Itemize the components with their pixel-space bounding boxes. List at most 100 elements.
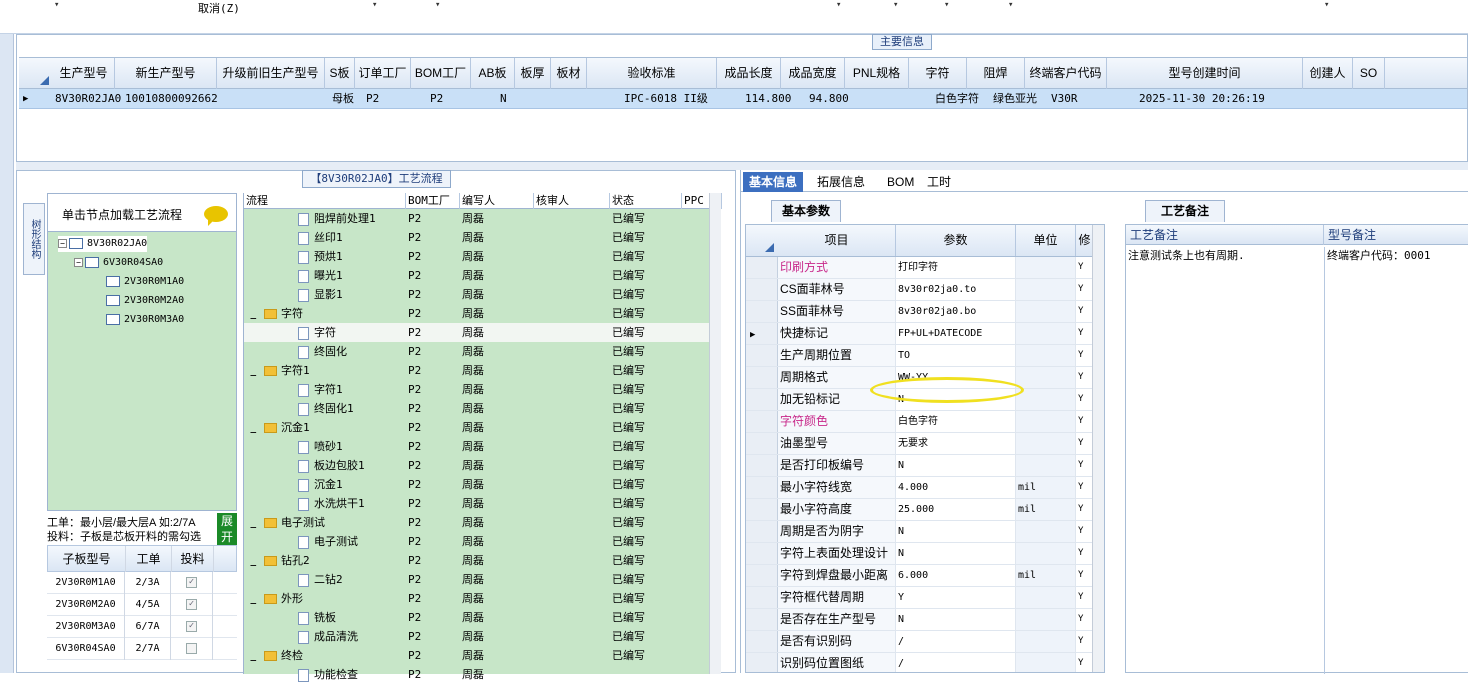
horizontal-splitter[interactable] [16, 162, 1468, 170]
param-row[interactable]: 是否存在生产型号 N Y [746, 609, 1104, 631]
table-row[interactable]: 电子测试 P2 周磊 已编写 [244, 532, 721, 551]
column-header[interactable]: 编写人 [460, 193, 534, 209]
tab-hours[interactable]: 工时 [921, 172, 957, 192]
chevron-down-icon[interactable]: ▾ [1008, 0, 1013, 10]
cell-solder[interactable]: 绿色亚光 [993, 89, 1053, 109]
expand-button[interactable]: 展开 [217, 513, 237, 547]
cell-unit[interactable] [1016, 411, 1076, 432]
cell-created[interactable]: 2025-11-30 20:26:19 [1139, 89, 1299, 109]
tab-process-notes[interactable]: 工艺备注 [1145, 200, 1225, 222]
cell-unit[interactable]: mil [1016, 477, 1076, 498]
collapse-icon[interactable]: − [74, 257, 83, 267]
column-header[interactable]: 终端客户代码 [1025, 58, 1107, 89]
feed-checkbox[interactable]: ✓ [186, 620, 197, 632]
cell-char[interactable]: 白色字符 [935, 89, 995, 109]
cell-order[interactable]: 4/5A [125, 594, 171, 616]
sort-corner-icon[interactable] [746, 225, 778, 256]
chevron-down-icon[interactable]: ▾ [944, 0, 949, 10]
cell-unit[interactable] [1016, 367, 1076, 388]
cell-param[interactable]: Y [896, 587, 1016, 608]
cell-prod-model[interactable]: 8V30R02JA0 [55, 89, 125, 109]
model-note[interactable]: 终端客户代码：0001 [1324, 247, 1468, 674]
feed-checkbox[interactable] [186, 642, 197, 654]
cell-length[interactable]: 114.800 [745, 89, 805, 109]
cell-param[interactable]: / [896, 653, 1016, 672]
table-row[interactable]: 喷砂1 P2 周磊 已编写 [244, 437, 721, 456]
scrollbar[interactable] [709, 193, 721, 674]
cell-s-board[interactable]: 母板 [332, 89, 362, 109]
chevron-down-icon[interactable]: ▾ [54, 0, 59, 10]
table-row[interactable]: 终固化1 P2 周磊 已编写 [244, 399, 721, 418]
table-row[interactable]: − 外形 P2 周磊 已编写 [244, 589, 721, 610]
sort-corner-icon[interactable] [21, 58, 53, 89]
cell-param[interactable]: 无要求 [896, 433, 1016, 454]
table-row[interactable]: − 电子测试 P2 周磊 已编写 [244, 513, 721, 534]
table-row[interactable]: 字符 P2 周磊 已编写 [244, 323, 721, 342]
scrollbar[interactable] [1092, 225, 1104, 672]
chevron-down-icon[interactable]: ▾ [1324, 0, 1329, 10]
tree-node[interactable]: −6V30R04SA0 [74, 255, 163, 271]
cell-unit[interactable]: mil [1016, 499, 1076, 520]
column-header[interactable]: 验收标准 [587, 58, 717, 89]
cell-unit[interactable] [1016, 631, 1076, 652]
feed-checkbox[interactable]: ✓ [186, 576, 197, 588]
cell-sub-model[interactable]: 2V30R0M1A0 [47, 572, 125, 594]
param-row[interactable]: 印刷方式 打印字符 Y [746, 257, 1104, 279]
column-header[interactable]: 阻焊 [967, 58, 1025, 89]
param-row[interactable]: ▶ 快捷标记 FP+UL+DATECODE Y [746, 323, 1104, 345]
column-header[interactable]: BOM工厂 [411, 58, 471, 89]
cell-unit[interactable]: mil [1016, 565, 1076, 586]
cell-unit[interactable] [1016, 279, 1076, 300]
cell-param[interactable]: 6.000 [896, 565, 1016, 586]
column-header[interactable]: 订单工厂 [355, 58, 411, 89]
tree-node[interactable]: −8V30R02JA0 [58, 236, 148, 252]
cell-ab-board[interactable]: N [500, 89, 530, 109]
column-header[interactable]: 升级前旧生产型号 [217, 58, 325, 89]
cell-unit[interactable] [1016, 543, 1076, 564]
cell-order-factory[interactable]: P2 [366, 89, 406, 109]
cell-param[interactable]: / [896, 631, 1016, 652]
cell-param[interactable]: N [896, 609, 1016, 630]
table-row[interactable]: 功能检查 P2 周磊 [244, 665, 721, 684]
cell-unit[interactable] [1016, 389, 1076, 410]
collapse-icon[interactable]: − [58, 238, 67, 248]
tab-bom[interactable]: BOM [881, 172, 920, 192]
table-row[interactable]: − 字符1 P2 周磊 已编写 [244, 361, 721, 382]
param-row[interactable]: 是否有识别码 / Y [746, 631, 1104, 653]
cell-param[interactable]: 白色字符 [896, 411, 1016, 432]
cell-param[interactable]: N [896, 521, 1016, 542]
cell-bom-factory[interactable]: P2 [430, 89, 470, 109]
table-row[interactable]: 丝印1 P2 周磊 已编写 [244, 228, 721, 247]
table-row[interactable]: ▶ 8V30R02JA0 10010800092662 母板 P2 P2 N I… [19, 89, 1467, 109]
cell-order[interactable]: 2/7A [125, 638, 171, 660]
table-row[interactable]: − 字符 P2 周磊 已编写 [244, 304, 721, 325]
tab-extended-info[interactable]: 拓展信息 [811, 172, 871, 192]
cell-param[interactable]: N [896, 543, 1016, 564]
table-row[interactable]: − 沉金1 P2 周磊 已编写 [244, 418, 721, 439]
chevron-down-icon[interactable]: ▾ [836, 0, 841, 10]
table-row[interactable]: 成品清洗 P2 周磊 已编写 [244, 627, 721, 646]
feed-checkbox[interactable]: ✓ [186, 598, 197, 610]
column-header[interactable]: BOM工厂 [406, 193, 460, 209]
column-header[interactable]: 创建人 [1303, 58, 1353, 89]
column-header[interactable]: 型号创建时间 [1107, 58, 1303, 89]
table-row[interactable]: 显影1 P2 周磊 已编写 [244, 285, 721, 304]
cell-unit[interactable] [1016, 521, 1076, 542]
param-row[interactable]: 最小字符高度 25.000 mil Y [746, 499, 1104, 521]
chevron-down-icon[interactable]: ▾ [372, 0, 377, 10]
param-row[interactable]: 是否打印板编号 N Y [746, 455, 1104, 477]
table-row[interactable]: − 终检 P2 周磊 已编写 [244, 646, 721, 667]
param-row[interactable]: 生产周期位置 TO Y [746, 345, 1104, 367]
param-row[interactable]: 最小字符线宽 4.000 mil Y [746, 477, 1104, 499]
column-header[interactable]: S板 [325, 58, 355, 89]
cell-unit[interactable] [1016, 257, 1076, 278]
cell-param[interactable]: 25.000 [896, 499, 1016, 520]
table-row[interactable]: 二钻2 P2 周磊 已编写 [244, 570, 721, 589]
param-row[interactable]: SS面菲林号 8v30r02ja0.bo Y [746, 301, 1104, 323]
table-row[interactable]: 2V30R0M3A0 6/7A ✓ [47, 616, 237, 638]
cell-sub-model[interactable]: 6V30R04SA0 [47, 638, 125, 660]
cell-param[interactable]: FP+UL+DATECODE [896, 323, 1016, 344]
tree-node[interactable]: 2V30R0M1A0 [106, 274, 184, 290]
cell-unit[interactable] [1016, 609, 1076, 630]
tree-node[interactable]: 2V30R0M3A0 [106, 312, 184, 328]
